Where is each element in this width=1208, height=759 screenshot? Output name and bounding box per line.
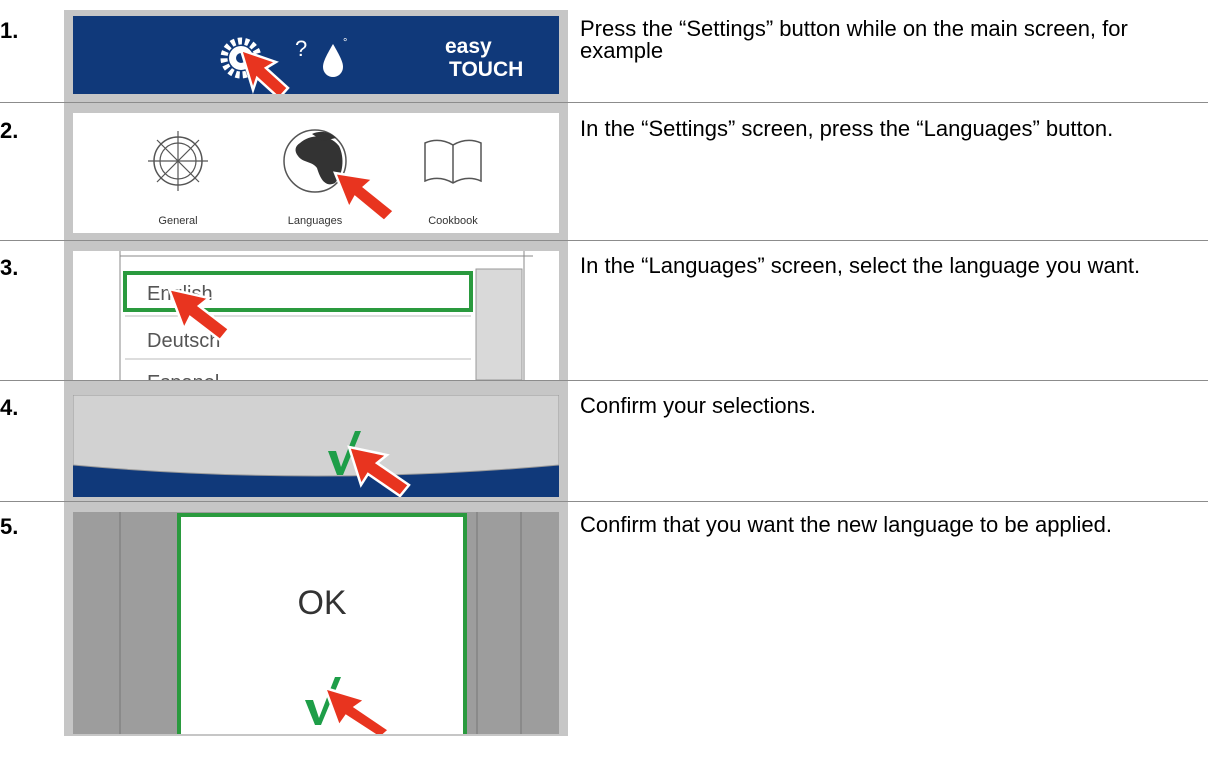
step-2: 2. General Languages Cookbook In the “Se…	[0, 103, 1208, 240]
step-4: 4. Confirm your selections.	[0, 381, 1208, 501]
ok-dialog-graphic: OK	[119, 512, 522, 734]
step-text: In the “Settings” screen, press the “Lan…	[580, 116, 1114, 141]
main-screen-header: ? ° easy TOUCH	[73, 16, 559, 94]
step-number: 2.	[0, 118, 19, 143]
ok-button[interactable]	[177, 513, 467, 734]
languages-list: English Deutsch Espanol	[119, 251, 533, 380]
language-item[interactable]: Espanol	[147, 372, 219, 380]
pointer-arrow-icon	[239, 48, 290, 94]
step-text: Press the “Settings” button while on the…	[580, 16, 1128, 63]
pointer-arrow-icon	[333, 171, 396, 223]
settings-item-label: General	[158, 215, 197, 227]
step-number: 3.	[0, 255, 19, 280]
globe-icon[interactable]	[283, 129, 347, 193]
logo-touch: TOUCH	[449, 58, 523, 81]
step-3: 3. English Deutsch Espanol In the “Langu…	[0, 241, 1208, 380]
ok-dialog-screen: OK	[73, 512, 559, 734]
step-5: 5. OK Confirm that you want the new lang…	[0, 502, 1208, 759]
step-number: 4.	[0, 395, 19, 420]
step-text: Confirm your selections.	[580, 393, 816, 418]
step-number: 1.	[0, 18, 19, 43]
header-icons: ? ° easy TOUCH	[220, 35, 523, 94]
step-text: In the “Languages” screen, select the la…	[580, 253, 1141, 278]
help-icon[interactable]: ?	[295, 36, 307, 61]
step-number: 5.	[0, 514, 19, 539]
book-icon[interactable]	[424, 139, 482, 184]
water-drop-mark: °	[343, 37, 347, 49]
water-drop-icon[interactable]	[323, 44, 343, 77]
step-1: 1. ? ° easy TOUCH Press the “Settings” b…	[0, 0, 1208, 102]
ships-wheel-icon[interactable]	[148, 131, 208, 191]
logo-easy: easy	[445, 35, 492, 58]
ok-label: OK	[297, 584, 346, 622]
confirm-bar	[73, 395, 559, 497]
languages-screen: English Deutsch Espanol	[73, 251, 559, 380]
settings-item-label: Cookbook	[428, 215, 478, 227]
settings-item-label: Languages	[288, 215, 343, 227]
settings-screen: General Languages Cookbook	[73, 113, 559, 233]
settings-icons: General Languages Cookbook	[148, 129, 482, 227]
scrollbar[interactable]	[475, 268, 523, 380]
confirm-bar-graphic	[73, 395, 559, 497]
step-text: Confirm that you want the new language t…	[580, 512, 1113, 537]
